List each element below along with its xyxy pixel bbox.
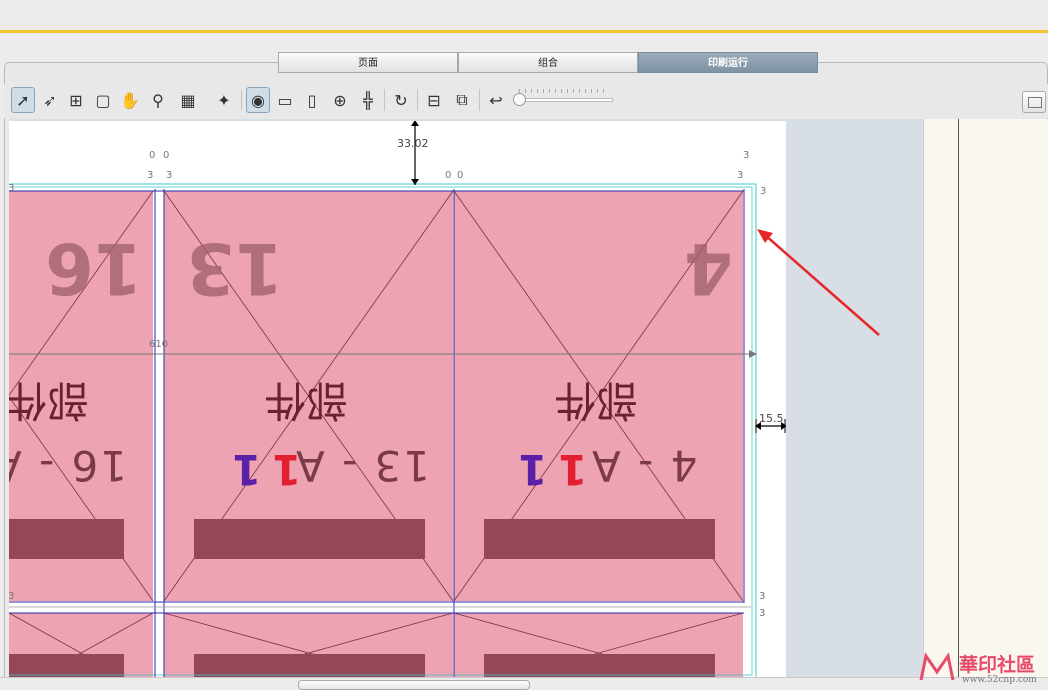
window-top-bar — [0, 0, 1048, 30]
toolbar-separator — [384, 89, 385, 111]
sheet-tool-icon[interactable]: ▢ — [91, 87, 115, 113]
zoom-icon[interactable]: ⚲ — [146, 87, 170, 113]
ruler-icon[interactable]: ▭ — [273, 87, 297, 113]
properties-pane — [923, 119, 1048, 677]
pane-divider[interactable] — [958, 119, 959, 677]
toolbar-separator — [479, 89, 480, 111]
slider-track — [515, 98, 613, 102]
page-tool-icon[interactable]: ⊞ — [64, 87, 88, 113]
zoom-slider[interactable] — [513, 89, 613, 106]
return-icon[interactable]: ↩ — [484, 87, 508, 113]
panel-toggle-button[interactable] — [1022, 91, 1046, 113]
layout-grid-icon[interactable]: ▦ — [176, 87, 200, 113]
hand-icon[interactable]: ✋ — [118, 87, 142, 113]
document-icon[interactable]: ▯ — [300, 87, 324, 113]
toolbar-separator — [417, 89, 418, 111]
slider-ticks — [519, 89, 607, 93]
select-arrow-icon[interactable]: ➚ — [11, 87, 35, 113]
swap-layout-icon[interactable]: ⧉ — [450, 87, 474, 113]
imposition-icon[interactable]: ⊟ — [422, 87, 446, 113]
crosshair-icon[interactable]: ⊕ — [328, 87, 352, 113]
tab-pages[interactable]: 页面 — [278, 52, 458, 73]
toolbar-separator — [241, 89, 242, 111]
annotation-arrow — [757, 229, 880, 336]
accent-line — [0, 30, 1048, 33]
watermark-logo: 華印社區 www.52cnp.com — [916, 648, 1048, 689]
watermark-title: 華印社區 — [959, 654, 1036, 676]
tab-combine[interactable]: 组合 — [458, 52, 638, 73]
horizontal-scrollbar[interactable] — [0, 677, 1048, 690]
slider-knob[interactable] — [513, 93, 526, 106]
view-eye-icon[interactable]: ◉ — [246, 87, 270, 113]
imposition-canvas[interactable]: 16 部件 16 - A 13 部件 1 1 13 - A 4 部件 1 1 4… — [9, 119, 923, 677]
magic-icon[interactable]: ✦ — [212, 87, 236, 113]
watermark-icon — [919, 652, 955, 681]
tab-print-run[interactable]: 印刷运行 — [638, 52, 818, 73]
watermark-url: www.52cnp.com — [962, 675, 1037, 685]
rotate-icon[interactable]: ↻ — [389, 87, 413, 113]
pointer-icon[interactable]: ➶ — [38, 87, 62, 113]
align-icon[interactable]: ╬ — [356, 87, 380, 113]
